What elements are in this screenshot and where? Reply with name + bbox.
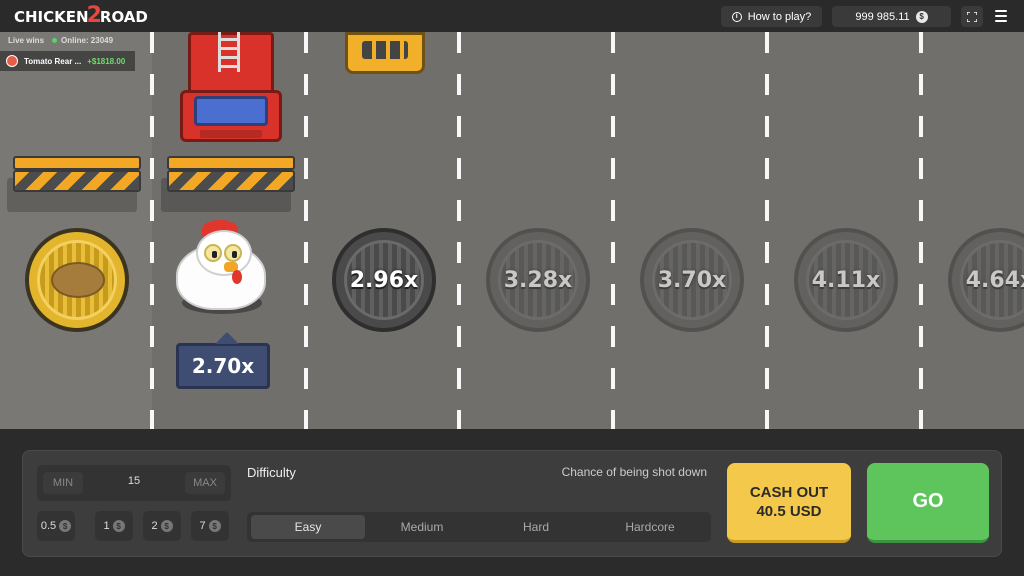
avatar xyxy=(6,55,18,67)
chance-label: Chance of being shot down xyxy=(561,465,707,479)
chip-button[interactable]: 7 $ xyxy=(191,511,229,541)
win-amount: +$1818.00 xyxy=(87,56,126,66)
multiplier-label: 4.11x xyxy=(811,267,881,293)
game-road: Live wins Online: 23049 Tomato Rear ... … xyxy=(0,32,1024,429)
live-wins-label: Live wins xyxy=(8,36,45,45)
multiplier-label: 3.70x xyxy=(657,267,727,293)
chip-button[interactable]: 1 $ xyxy=(95,511,133,541)
hamburger-menu-icon[interactable] xyxy=(995,10,1007,22)
manhole-lane-4: 4.11x xyxy=(794,228,898,332)
difficulty-label: Difficulty xyxy=(247,465,296,480)
fullscreen-button[interactable] xyxy=(961,6,983,27)
multiplier-label: 2.96x xyxy=(349,267,419,293)
multiplier-label: 4.64x xyxy=(965,267,1024,293)
manhole-lane-5: 4.64x xyxy=(948,228,1024,332)
gold-manhole xyxy=(25,228,129,332)
roast-chicken-icon xyxy=(51,262,105,298)
fullscreen-icon xyxy=(967,11,977,22)
dollar-coin-icon: $ xyxy=(915,10,928,23)
current-multiplier-tag: 2.70x xyxy=(176,332,270,389)
yellow-bus xyxy=(345,32,425,74)
difficulty-medium[interactable]: Medium xyxy=(365,515,479,539)
bet-amount-input[interactable]: 15 xyxy=(91,475,177,487)
manhole-lane-3: 3.70x xyxy=(640,228,744,332)
max-bet-button[interactable]: MAX xyxy=(185,472,225,494)
bet-amount-control: MIN 15 MAX xyxy=(37,465,231,501)
difficulty-easy[interactable]: Easy xyxy=(251,515,365,539)
difficulty-hardcore[interactable]: Hardcore xyxy=(593,515,707,539)
min-bet-button[interactable]: MIN xyxy=(43,472,83,494)
difficulty-selector: Easy Medium Hard Hardcore xyxy=(247,512,711,542)
lane-divider xyxy=(304,32,308,429)
top-bar: CHICKEN 2 ROAD i How to play? 999 985.11 $ xyxy=(0,0,1024,32)
game-logo: CHICKEN 2 ROAD xyxy=(14,2,148,28)
player-name: Tomato Rear ... xyxy=(24,56,82,66)
multiplier-label: 3.28x xyxy=(503,267,573,293)
chicken-player xyxy=(172,220,272,320)
road-barrier xyxy=(7,150,143,212)
lane-divider xyxy=(611,32,615,429)
chip-button[interactable]: 2 $ xyxy=(143,511,181,541)
lane-divider xyxy=(765,32,769,429)
road-barrier xyxy=(161,150,297,212)
chip-button[interactable]: 0.5 $ xyxy=(37,511,75,541)
balance-value: 999 985.11 xyxy=(855,10,910,23)
manhole-lane-2: 3.28x xyxy=(486,228,590,332)
go-button[interactable]: GO xyxy=(867,463,989,543)
live-wins-panel: Live wins Online: 23049 Tomato Rear ... … xyxy=(0,32,135,74)
online-dot-icon xyxy=(52,38,58,43)
how-to-play-button[interactable]: i How to play? xyxy=(721,6,822,27)
manhole-lane-1[interactable]: 2.96x xyxy=(332,228,436,332)
dollar-coin-icon: $ xyxy=(160,520,173,532)
lane-divider xyxy=(919,32,923,429)
balance-display: 999 985.11 $ xyxy=(832,6,951,27)
cash-out-button[interactable]: CASH OUT 40.5 USD xyxy=(727,463,851,543)
dollar-coin-icon: $ xyxy=(112,520,125,532)
lane-divider xyxy=(150,32,154,429)
online-count: Online: 23049 xyxy=(52,36,113,45)
lane-divider xyxy=(457,32,461,429)
difficulty-hard[interactable]: Hard xyxy=(479,515,593,539)
dollar-coin-icon: $ xyxy=(208,520,221,532)
control-panel: MIN 15 MAX 0.5 $ 1 $ 2 $ 7 $ Difficulty Chan… xyxy=(22,450,1002,557)
fire-truck xyxy=(180,32,282,144)
live-win-entry: Tomato Rear ... +$1818.00 xyxy=(0,51,135,71)
dollar-coin-icon: $ xyxy=(59,520,72,532)
info-icon: i xyxy=(731,11,742,22)
